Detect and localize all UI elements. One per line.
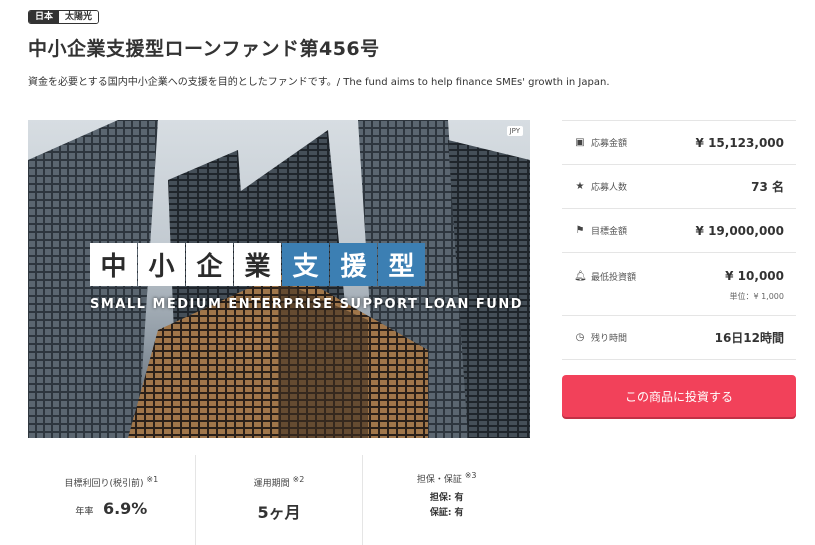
applicants-value: 73 名 [751, 180, 784, 194]
info-label-text: 目標金額 [591, 227, 628, 237]
yield-value: 6.9% [102, 499, 148, 518]
hero-char: 小 [138, 243, 185, 286]
stat-label: 担保・保証 [416, 475, 462, 485]
hero-char: 支 [282, 243, 329, 286]
time-left-value: 16日12時間 [714, 331, 784, 345]
target-amount-value: ¥ 19,000,000 [695, 223, 784, 238]
stat-label: 運用期間 [253, 479, 290, 489]
stat-yield: 目標利回り(税引前) ※1 年率 6.9% [28, 455, 196, 545]
hero-char: 中 [90, 243, 137, 286]
fund-stats: 目標利回り(税引前) ※1 年率 6.9% 運用期間 ※2 5ヶ月 担保・保証 … [28, 455, 530, 545]
money-icon: ▣ [575, 137, 585, 148]
hero-char: 援 [330, 243, 377, 286]
info-row-time-left: ◷ 残り時間 16日12時間 [562, 316, 796, 360]
footnote-mark: ※2 [292, 475, 305, 484]
info-label-text: 応募金額 [591, 139, 628, 149]
hero-title-boxes: 中 小 企 業 支 援 型 [90, 243, 425, 286]
info-row-target-amount: ⚑ 目標金額 ¥ 19,000,000 [562, 209, 796, 253]
tag-group: 日本 太陽光 [28, 10, 100, 24]
guarantee-line: 保証: 有 [429, 508, 464, 518]
min-investment-unit: 単位：¥ 1,000 [729, 292, 784, 301]
info-label-text: 最低投資額 [591, 272, 637, 283]
hero-char: 業 [234, 243, 281, 286]
hero-image: JPY 中 小 企 業 支 援 型 SMALL MEDIUM ENTERPRIS… [28, 120, 530, 438]
page-title: 中小企業支援型ローンファンド第456号 [28, 38, 380, 60]
period-value: 5ヶ月 [257, 503, 301, 522]
star-icon: ★ [575, 181, 585, 192]
flag-icon: ⚑ [575, 225, 585, 236]
country-tag: 日本 [29, 11, 60, 23]
currency-badge: JPY [506, 126, 523, 136]
info-row-applied-amount: ▣ 応募金額 ¥ 15,123,000 [562, 121, 796, 165]
invest-button[interactable]: この商品に投資する [562, 375, 796, 417]
info-row-applicants: ★ 応募人数 73 名 [562, 165, 796, 209]
clock-icon: ◷ [575, 332, 585, 343]
hero-subtitle: SMALL MEDIUM ENTERPRISE SUPPORT LOAN FUN… [90, 297, 524, 312]
category-tag: 太陽光 [59, 11, 99, 23]
footnote-mark: ※3 [464, 471, 477, 480]
hero-char: 型 [378, 243, 425, 286]
stat-label: 目標利回り(税引前) [64, 479, 144, 489]
stat-period: 運用期間 ※2 5ヶ月 [196, 455, 364, 545]
fund-info-panel: ▣ 応募金額 ¥ 15,123,000 ★ 応募人数 73 名 ⚑ 目標金額 ¥… [562, 120, 796, 360]
fund-description: 資金を必要とする国内中小企業への支援を目的としたファンドです。/ The fun… [28, 77, 610, 88]
info-label-text: 残り時間 [591, 334, 628, 344]
hero-char: 企 [186, 243, 233, 286]
info-row-min-investment: 🔔︎ 最低投資額 ¥ 10,000 単位：¥ 1,000 [562, 253, 796, 316]
bell-icon: 🔔︎ [574, 270, 587, 282]
applied-amount-value: ¥ 15,123,000 [695, 135, 784, 150]
min-investment-value: ¥ 10,000 [725, 269, 784, 283]
footnote-mark: ※1 [146, 475, 159, 484]
collateral-line: 担保: 有 [429, 493, 464, 503]
yield-prefix: 年率 [75, 507, 94, 517]
stat-collateral: 担保・保証 ※3 担保: 有 保証: 有 [363, 455, 530, 545]
info-label-text: 応募人数 [591, 183, 628, 193]
